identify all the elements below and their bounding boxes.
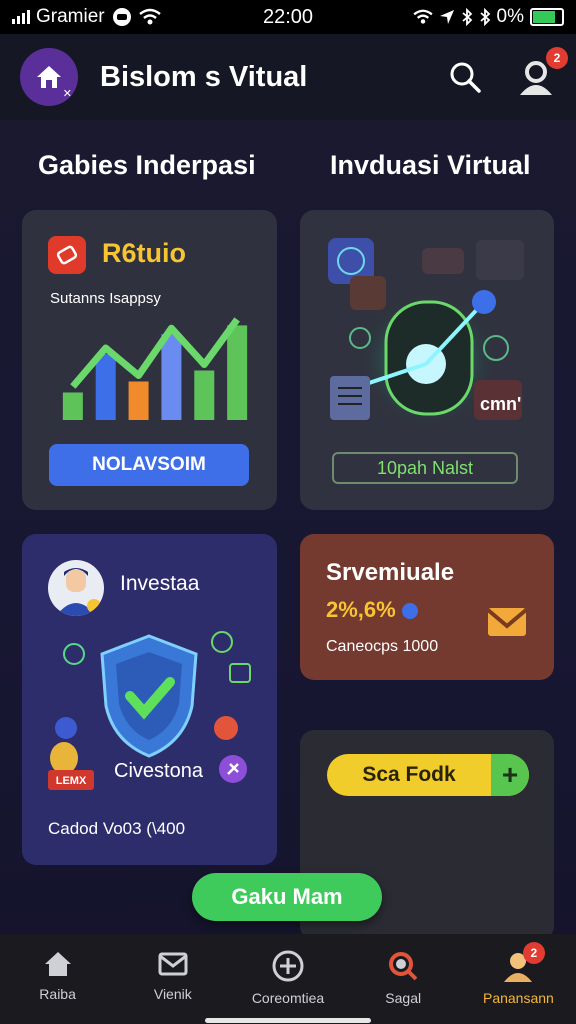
chart-bar [194,370,215,420]
carrier-label: Gramier [36,6,105,27]
status-left: Gramier [12,6,161,28]
mail-icon [158,952,188,976]
wifi-icon [138,8,161,25]
battery-icon [530,8,564,26]
summary-title: Srvemiuale [326,559,455,586]
app-header: ✕ Bislom s Vitual 2 [0,34,576,120]
nav-item-mail[interactable]: Vienik [115,934,230,1024]
nav-item-create[interactable]: Coreomtiea [230,934,345,1024]
search-icon [389,952,418,981]
studio-icon [48,236,86,274]
nav-label: Panansann [482,990,554,1006]
status-app-icon [112,8,131,26]
chart-bar [95,354,116,420]
virtual-action-button[interactable]: 10pah Nalst [332,452,518,484]
nav-item-home[interactable]: Raiba [0,934,115,1024]
notification-badge: 2 [546,47,568,69]
growth-chart [62,317,248,420]
wifi-icon [412,9,433,24]
location-icon [439,10,454,24]
profile-button[interactable]: 2 [516,47,568,97]
virtual-card[interactable]: cmn' 10pah Nalst [300,210,554,510]
header-actions: 2 [448,47,568,97]
status-right: 0% [412,6,564,28]
bottom-nav: Raiba Vienik Coreomtiea Sagal 2 Panansan… [0,934,576,1024]
invest-title: Investaa [120,572,200,595]
status-bar: Gramier 22:00 0% [0,0,576,34]
document-icon [330,376,370,420]
main-content: Gabies Inderpasi Invduasi Virtual R6tuio… [0,120,576,940]
bluetooth-icon [479,8,490,26]
studio-action-button[interactable]: NOLAVSOIM [49,444,249,486]
svg-text:LEMX: LEMX [56,775,87,787]
chart-bar [62,392,83,420]
battery-percent: 0% [496,6,524,27]
section-title-right: Invduasi Virtual [330,150,531,180]
chart-bar [128,381,149,420]
invest-card[interactable]: Investaa LEMX Civestona Cadod Vo03 (\400 [22,534,277,865]
home-indicator [205,1018,371,1023]
nav-label: Raiba [39,986,76,1002]
coin-icon [401,603,418,620]
chart-bar [227,325,248,420]
home-icon [44,952,71,976]
action-button[interactable]: Sca Fodk + [327,754,529,796]
summary-card[interactable]: Srvemiuale 2%,6% Caneocps 1000 [300,534,554,680]
bluetooth-icon [461,8,472,26]
home-icon [37,66,61,88]
invest-second-label: Civestona [114,760,203,782]
avatar [48,560,104,616]
studio-label: R6tuio [102,238,186,268]
search-icon[interactable] [448,60,482,94]
close-icon: ✕ [62,88,72,100]
mail-icon [486,608,528,636]
nav-label: Sagal [385,990,422,1006]
plus-circle-icon [272,950,304,982]
app-title: Bislom s Vitual [100,60,308,93]
action-button-label: Sca Fodk [362,763,456,786]
nav-item-profile[interactable]: 2 Panansann [461,934,576,1024]
coins-icon: LEMX [48,740,98,792]
summary-subtitle: Caneocps 1000 [326,638,439,655]
chip-text: cmn' [480,394,522,414]
nav-label: Coreomtiea [251,990,325,1006]
nav-item-search[interactable]: Sagal [346,934,461,1024]
invest-footer: Cadod Vo03 (\400 [48,819,186,838]
summary-value: 2%,6% [326,597,418,623]
star-icon [219,755,247,783]
plus-icon[interactable]: + [491,754,529,796]
section-title-left: Gabies Inderpasi [38,150,256,180]
floating-action-button[interactable]: Gaku Mam [192,873,382,921]
app-logo[interactable]: ✕ [20,48,78,106]
lock-icon [422,248,464,274]
signal-icon [12,10,30,24]
notification-badge: 2 [522,942,545,964]
nav-label: Vienik [153,986,192,1002]
studio-card[interactable]: R6tuio Sutanns Isappsy NOLAVSOIM [22,210,277,510]
chart-bar [161,334,182,420]
